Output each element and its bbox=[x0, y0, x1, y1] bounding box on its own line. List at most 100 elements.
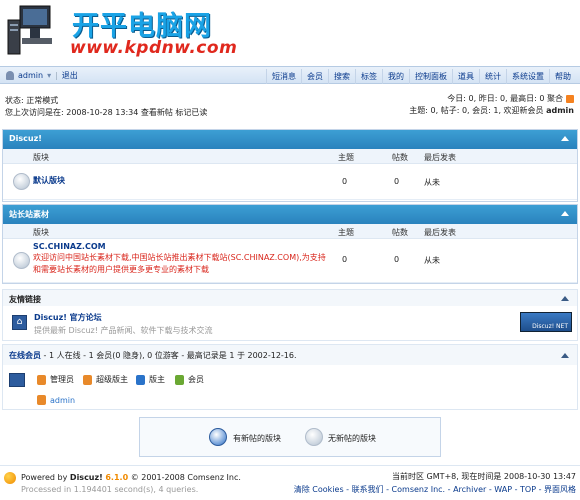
legend-super-mod: 超级版主 bbox=[83, 374, 128, 385]
online-list-icon[interactable] bbox=[9, 373, 25, 387]
online-title-link[interactable]: 在线会员 bbox=[9, 351, 41, 360]
no-new-posts-label: 无新帖的版块 bbox=[328, 434, 376, 443]
logout-link[interactable]: 退出 bbox=[62, 70, 78, 81]
footer-right: 当前时区 GMT+8, 现在时间是 2008-10-30 13:47 清除 Co… bbox=[294, 470, 576, 496]
column-headers: 版块 主题 帖数 最后发表 bbox=[3, 224, 577, 239]
forum-last-post: 从未 bbox=[424, 178, 440, 187]
forum-last-post: 从未 bbox=[424, 256, 440, 265]
legend-label: 会员 bbox=[188, 375, 204, 384]
links-title: 友情链接 bbox=[9, 295, 41, 304]
friend-links: 友情链接 ⌂ Discuz! 官方论坛 提供最新 Discuz! 产品新闻、软件… bbox=[2, 289, 578, 341]
forum-posts: 0 bbox=[394, 255, 400, 264]
discuz-net-badge[interactable]: Discuz! NET bbox=[520, 312, 572, 332]
category-title: 站长站素材 bbox=[9, 210, 49, 219]
menu-item-messages[interactable]: 短消息 bbox=[266, 69, 301, 84]
legend-member: 会员 bbox=[175, 374, 204, 385]
menu-item-mine[interactable]: 我的 bbox=[382, 69, 409, 84]
forum-row: SC.CHINAZ.COM 欢迎访问中国站长素材下载,中国站长站推出素材下载站(… bbox=[3, 239, 577, 283]
online-header: 在线会员 - 1 人在线 - 1 会员(0 隐身), 0 位游客 - 最高记录是… bbox=[3, 345, 577, 365]
category-chinaz: 站长站素材 版块 主题 帖数 最后发表 SC.CHINAZ.COM 欢迎访问中国… bbox=[2, 204, 578, 284]
discuz-link[interactable]: Discuz! bbox=[70, 473, 103, 482]
category-discuz: Discuz! 版块 主题 帖数 最后发表 默认版块 0 0 从未 bbox=[2, 129, 578, 202]
menu-item-help[interactable]: 帮助 bbox=[549, 69, 576, 84]
column-headers: 版块 主题 帖数 最后发表 bbox=[3, 149, 577, 164]
menu-item-control-panel[interactable]: 控制面板 bbox=[409, 69, 452, 84]
site-url: www.kpdnw.com bbox=[70, 38, 238, 58]
legend-label: 管理员 bbox=[50, 375, 74, 384]
new-posts-icon bbox=[209, 428, 227, 446]
copyright: © 2001-2008 Comsenz Inc. bbox=[130, 473, 241, 482]
online-members: 在线会员 - 1 人在线 - 1 会员(0 隐身), 0 位游客 - 最高记录是… bbox=[2, 344, 578, 410]
forum-stats: 今日: 0, 昨日: 0, 最高日: 0 聚合 主题: 0, 帖子: 0, 会员… bbox=[409, 93, 574, 117]
menu-item-members[interactable]: 会员 bbox=[301, 69, 328, 84]
rss-icon[interactable] bbox=[566, 94, 574, 103]
menu-item-stats[interactable]: 统计 bbox=[479, 69, 506, 84]
menu-item-items[interactable]: 道具 bbox=[452, 69, 479, 84]
forum-posts: 0 bbox=[394, 177, 400, 186]
online-user[interactable]: admin bbox=[37, 395, 75, 405]
col-posts: 帖数 bbox=[392, 153, 408, 162]
links-header[interactable]: 友情链接 bbox=[3, 290, 577, 306]
legend-label: 版主 bbox=[149, 375, 165, 384]
no-new-posts-icon bbox=[13, 173, 30, 190]
category-title: Discuz! bbox=[9, 134, 42, 143]
moderator-icon bbox=[136, 374, 145, 385]
online-user-link[interactable]: admin bbox=[50, 396, 75, 405]
col-posts: 帖数 bbox=[392, 228, 408, 237]
new-posts-label: 有新帖的版块 bbox=[233, 434, 281, 443]
col-topics: 主题 bbox=[338, 228, 354, 237]
admin-icon bbox=[37, 374, 46, 385]
col-forum: 版块 bbox=[33, 153, 49, 162]
menu-item-settings[interactable]: 系统设置 bbox=[506, 69, 549, 84]
newest-member-link[interactable]: admin bbox=[546, 106, 574, 115]
category-header[interactable]: 站长站素材 bbox=[3, 205, 577, 224]
member-icon bbox=[175, 374, 184, 385]
collapse-icon[interactable] bbox=[561, 296, 569, 301]
badge-text: Discuz! NET bbox=[532, 323, 568, 330]
menu-item-tags[interactable]: 标签 bbox=[355, 69, 382, 84]
forum-link[interactable]: SC.CHINAZ.COM bbox=[33, 242, 106, 251]
stats-today: 今日: 0, 昨日: 0, 最高日: 0 聚合 bbox=[447, 94, 563, 103]
home-icon: ⌂ bbox=[12, 315, 27, 330]
header-logo[interactable]: 开平电脑网 www.kpdnw.com bbox=[0, 0, 580, 64]
current-time: 当前时区 GMT+8, 现在时间是 2008-10-30 13:47 bbox=[391, 472, 576, 481]
col-last-post: 最后发表 bbox=[424, 228, 456, 237]
forum-link[interactable]: 默认版块 bbox=[33, 175, 65, 186]
admin-icon bbox=[37, 395, 46, 405]
category-header[interactable]: Discuz! bbox=[3, 130, 577, 149]
col-last-post: 最后发表 bbox=[424, 153, 456, 162]
link-discuz-official[interactable]: Discuz! 官方论坛 bbox=[34, 312, 102, 323]
forum-topics: 0 bbox=[342, 255, 348, 264]
collapse-icon[interactable] bbox=[561, 211, 569, 216]
main-menu: 短消息 会员 搜索 标签 我的 控制面板 道具 统计 系统设置 帮助 bbox=[266, 69, 576, 84]
online-summary: - 1 人在线 - 1 会员(0 隐身), 0 位游客 - 最高记录是 1 于 … bbox=[41, 351, 297, 360]
collapse-icon[interactable] bbox=[561, 136, 569, 141]
col-forum: 版块 bbox=[33, 228, 49, 237]
forum-description: 欢迎访问中国站长素材下载,中国站长站推出素材下载站(SC.CHINAZ.COM)… bbox=[33, 253, 326, 274]
no-new-posts-icon bbox=[305, 428, 323, 446]
legend-label: 超级版主 bbox=[96, 375, 128, 384]
discuz-logo-icon bbox=[4, 472, 16, 484]
forum-topics: 0 bbox=[342, 177, 348, 186]
forum-row: 默认版块 0 0 从未 bbox=[3, 164, 577, 200]
powered-by: Powered by bbox=[21, 473, 68, 482]
username-link[interactable]: admin bbox=[18, 71, 43, 80]
link-description: 提供最新 Discuz! 产品新闻、软件下载与技术交流 bbox=[34, 326, 213, 335]
footer-left: Powered by Discuz! 6.1.0 © 2001-2008 Com… bbox=[21, 472, 241, 496]
collapse-icon[interactable] bbox=[561, 353, 569, 358]
chevron-down-icon[interactable]: ▾ bbox=[47, 71, 51, 80]
col-topics: 主题 bbox=[338, 153, 354, 162]
status-mode: 状态: 正常模式 bbox=[5, 96, 59, 105]
user-area: admin ▾ | 退出 bbox=[6, 70, 78, 81]
processed-info: Processed in 1.194401 second(s), 4 queri… bbox=[21, 485, 199, 494]
status-info: 状态: 正常模式 您上次访问是在: 2008-10-28 13:34 查看新帖 … bbox=[5, 95, 207, 119]
legend-admin: 管理员 bbox=[37, 374, 74, 385]
computer-icon bbox=[7, 5, 52, 55]
no-new-posts-icon bbox=[13, 252, 30, 269]
footer-links[interactable]: 清除 Cookies - 联系我们 - Comsenz Inc. - Archi… bbox=[294, 483, 576, 496]
menu-item-search[interactable]: 搜索 bbox=[328, 69, 355, 84]
version: 6.1.0 bbox=[105, 473, 129, 482]
last-visit: 您上次访问是在: 2008-10-28 13:34 查看新帖 标记已读 bbox=[5, 108, 208, 117]
footer: Powered by Discuz! 6.1.0 © 2001-2008 Com… bbox=[0, 465, 580, 500]
separator: | bbox=[55, 71, 58, 80]
